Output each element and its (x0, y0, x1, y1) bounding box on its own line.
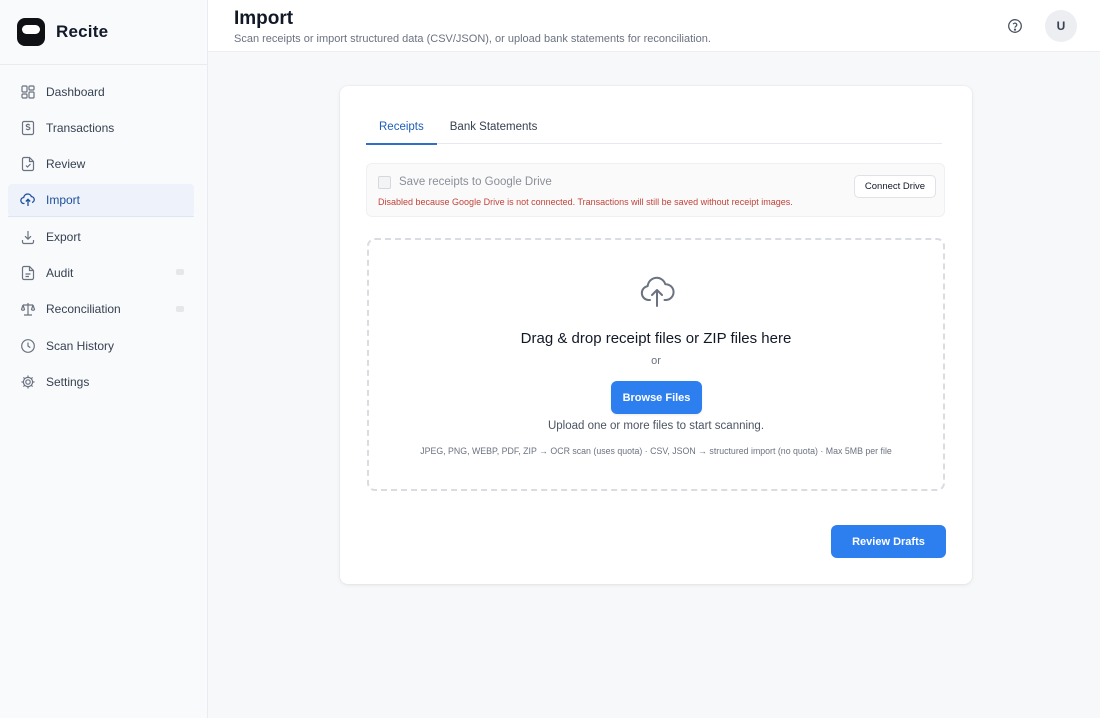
sidebar-item-label: Dashboard (46, 84, 105, 99)
sidebar-item-settings[interactable]: Settings (8, 365, 194, 398)
dropzone-or: or (651, 355, 661, 367)
sidebar-divider (0, 64, 207, 65)
browse-files-button[interactable]: Browse Files (611, 381, 702, 414)
tab-bank-statements[interactable]: Bank Statements (437, 113, 551, 144)
recite-logo-icon (16, 17, 46, 47)
brand[interactable]: Recite (16, 17, 108, 47)
sidebar-item-label: Import (46, 193, 81, 208)
sidebar-item-label: Review (46, 157, 86, 172)
dropzone-title: Drag & drop receipt files or ZIP files h… (520, 330, 792, 347)
save-to-drive-checkbox[interactable] (378, 176, 391, 189)
dropzone-help-text: Upload one or more files to start scanni… (547, 420, 765, 432)
sidebar-item-label: Scan History (46, 338, 115, 353)
scale-icon (20, 301, 36, 317)
sidebar-item-audit[interactable]: Audit (8, 256, 194, 289)
tab-receipts[interactable]: Receipts (366, 113, 437, 145)
sidebar-item-import[interactable]: Import (8, 183, 194, 217)
sidebar-item-export[interactable]: Export (8, 220, 194, 253)
clock-icon (20, 338, 36, 354)
download-icon (20, 229, 36, 245)
drive-disabled-note: Disabled because Google Drive is not con… (378, 197, 793, 207)
lock-badge-icon (176, 269, 184, 276)
sidebar-item-label: Settings (46, 374, 90, 389)
page-header: Import Scan receipts or import structure… (208, 0, 1100, 52)
sidebar-nav: Dashboard Transactions Review Import Exp… (8, 75, 194, 402)
file-dropzone[interactable]: Drag & drop receipt files or ZIP files h… (367, 238, 945, 491)
help-button[interactable] (1005, 16, 1025, 36)
import-card: Receipts Bank Statements Save receipts t… (340, 86, 972, 584)
sidebar-item-review[interactable]: Review (8, 148, 194, 181)
dollar-receipt-icon (20, 120, 36, 136)
cloud-upload-icon (20, 192, 36, 208)
file-check-icon (20, 265, 36, 281)
sidebar-item-label: Reconciliation (46, 302, 121, 317)
document-edit-icon (20, 156, 36, 172)
page-subtitle: Scan receipts or import structured data … (234, 33, 711, 45)
brand-name: Recite (56, 22, 109, 41)
sidebar-item-label: Transactions (46, 120, 115, 135)
page-title: Import (234, 8, 294, 29)
sidebar-item-transactions[interactable]: Transactions (8, 111, 194, 144)
gear-icon (20, 374, 36, 390)
grid-icon (20, 84, 36, 100)
help-circle-icon (1008, 19, 1022, 33)
sidebar-item-label: Export (46, 229, 81, 244)
import-tabs: Receipts Bank Statements (366, 113, 942, 145)
sidebar-item-label: Audit (46, 265, 74, 280)
sidebar-item-reconciliation[interactable]: Reconciliation (8, 293, 194, 326)
lock-badge-icon (176, 305, 184, 312)
save-to-drive-label: Save receipts to Google Drive (399, 176, 552, 188)
cloud-upload-icon (639, 273, 675, 309)
user-avatar[interactable]: U (1045, 10, 1077, 42)
sidebar-item-dashboard[interactable]: Dashboard (8, 75, 194, 108)
sidebar: Recite Dashboard Transactions Review Imp… (0, 0, 208, 718)
connect-drive-button[interactable]: Connect Drive (854, 175, 936, 198)
supported-formats-text: JPEG, PNG, WEBP, PDF, ZIP → OCR scan (us… (420, 446, 892, 456)
app-root: Recite Dashboard Transactions Review Imp… (0, 0, 1100, 718)
review-drafts-button[interactable]: Review Drafts (831, 525, 946, 558)
sidebar-item-scan-history[interactable]: Scan History (8, 329, 194, 362)
google-drive-panel: Save receipts to Google Drive Disabled b… (366, 163, 945, 217)
